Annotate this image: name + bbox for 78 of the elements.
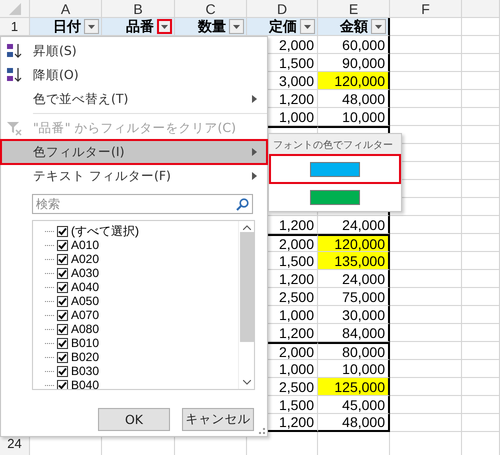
checkbox[interactable]: [57, 324, 68, 334]
checkbox[interactable]: [57, 282, 68, 292]
caret-icon: [375, 24, 382, 28]
color-option[interactable]: [271, 156, 399, 182]
table-cell: 125,000: [318, 378, 390, 396]
dialog-button[interactable]: キャンセル: [182, 408, 254, 431]
table-cell: 45,000: [318, 396, 390, 414]
table-cell: 24,000: [318, 270, 390, 288]
table-cell: 84,000: [318, 324, 390, 342]
header-label: 金額: [340, 18, 368, 36]
filter-dropdown-button[interactable]: [229, 19, 244, 34]
dialog-button[interactable]: OK: [98, 408, 170, 431]
menu-item[interactable]: 色フィルター(I): [1, 140, 267, 164]
clear-filter-icon: [6, 120, 24, 136]
table-cell: 60,000: [318, 36, 390, 54]
search-field[interactable]: 検索: [32, 194, 253, 214]
header-label: 日付: [53, 18, 81, 36]
checkbox[interactable]: [57, 338, 68, 348]
table-cell: 120,000: [318, 72, 390, 90]
table-cell: 90,000: [318, 54, 390, 72]
table-cell: 80,000: [318, 342, 390, 360]
sort-icon: [6, 67, 24, 83]
value-label: A070: [71, 308, 100, 322]
table-cell: 135,000: [318, 252, 390, 270]
table-cell: 48,000: [318, 90, 390, 108]
checkbox[interactable]: [57, 296, 68, 306]
value-label: A080: [71, 322, 100, 336]
value-label: A010: [71, 238, 100, 252]
checkbox[interactable]: [57, 366, 68, 376]
scroll-up-icon[interactable]: [242, 225, 250, 230]
caret-icon: [304, 24, 311, 28]
resize-grip-icon[interactable]: [259, 428, 265, 434]
submenu-title: フォントの色でフィルター: [269, 134, 401, 156]
row-header[interactable]: 1: [0, 18, 30, 36]
table-cell: 10,000: [318, 108, 390, 126]
table-cell: 120,000: [318, 234, 390, 252]
column-header[interactable]: C: [175, 0, 247, 18]
checkbox[interactable]: [57, 352, 68, 362]
filter-dropdown-button[interactable]: [157, 19, 172, 34]
checkbox[interactable]: [57, 380, 68, 389]
table-cell: 10,000: [318, 360, 390, 378]
table-cell: 75,000: [318, 288, 390, 306]
value-label: B010: [71, 336, 100, 350]
filter-dropdown-button[interactable]: [300, 19, 315, 34]
checkbox[interactable]: [57, 254, 68, 264]
column-header[interactable]: E: [318, 0, 390, 18]
checkbox[interactable]: [57, 310, 68, 320]
table-cell: 24,000: [318, 216, 390, 234]
caret-icon: [88, 24, 95, 28]
caret-icon: [233, 24, 240, 28]
filter-dropdown-button[interactable]: [84, 19, 99, 34]
header-label: 定価: [269, 18, 297, 36]
value-label: A050: [71, 294, 100, 308]
value-label: (すべて選択): [71, 222, 139, 240]
checkbox[interactable]: [57, 268, 68, 278]
sort-icon: [6, 43, 24, 59]
table-cell: 30,000: [318, 306, 390, 324]
checkbox[interactable]: [57, 240, 68, 250]
header-label: 品番: [126, 18, 154, 36]
table-cell: 48,000: [318, 414, 390, 432]
value-label: A020: [71, 252, 100, 266]
header-label: 数量: [198, 18, 226, 36]
value-label: B040: [71, 378, 100, 389]
caret-icon: [161, 24, 168, 28]
value-label: B020: [71, 350, 100, 364]
value-label: B030: [71, 364, 100, 378]
column-header[interactable]: B: [102, 0, 175, 18]
scroll-down-icon[interactable]: [242, 380, 250, 385]
search-icon: [236, 198, 249, 211]
value-label: A040: [71, 280, 100, 294]
column-header[interactable]: F: [390, 0, 462, 18]
value-label: A030: [71, 266, 100, 280]
checkbox[interactable]: [57, 226, 68, 236]
column-header[interactable]: A: [30, 0, 102, 18]
menu-item[interactable]: テキスト フィルター(F): [1, 164, 267, 188]
column-header[interactable]: D: [247, 0, 318, 18]
scrollbar[interactable]: [238, 221, 254, 389]
filter-dropdown-button[interactable]: [371, 19, 386, 34]
